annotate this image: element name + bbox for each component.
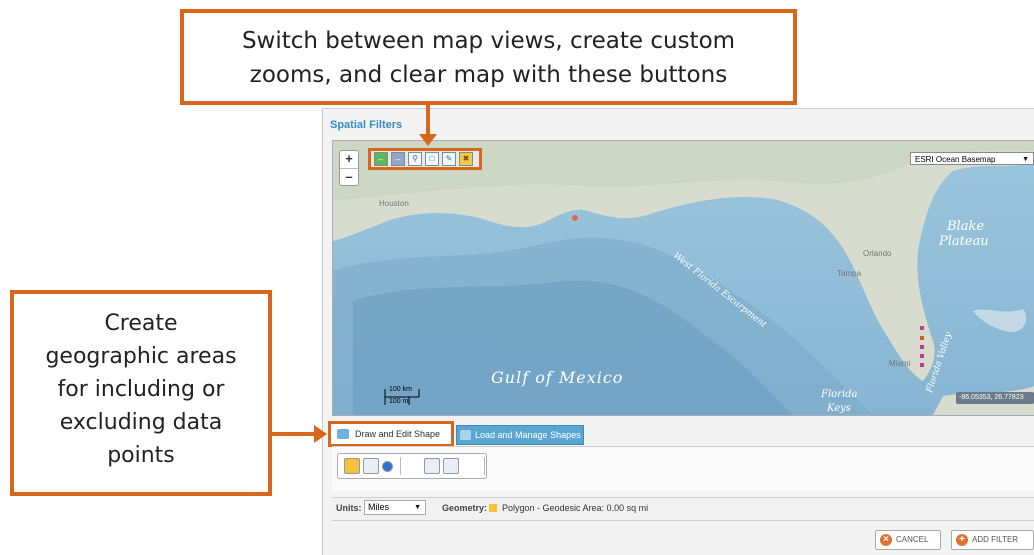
callout-left-line-5: points bbox=[107, 443, 175, 468]
callout-top-line-2: zooms, and clear map with these buttons bbox=[249, 62, 728, 88]
callout-top-line-1: Switch between map views, create custom bbox=[241, 28, 736, 54]
callout-left-line-1: Create bbox=[104, 311, 178, 336]
callout-map-view-buttons: Switch between map views, create custom … bbox=[180, 9, 797, 105]
callout-geographic-areas: Create geographic areas for including or… bbox=[10, 290, 272, 496]
callout-left-line-4: excluding data bbox=[59, 410, 223, 435]
callout-left-line-3: for including or bbox=[57, 377, 225, 402]
callout-left-line-2: geographic areas bbox=[45, 344, 237, 369]
